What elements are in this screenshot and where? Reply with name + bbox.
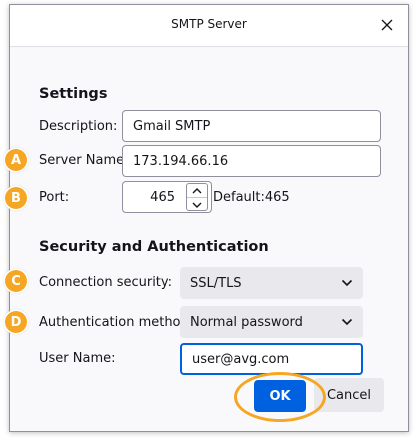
auth-method-select[interactable]: Normal password [180,306,363,338]
marker-d: D [5,311,27,333]
port-label: Port: [39,190,70,205]
marker-c: C [5,270,27,292]
chevron-up-icon[interactable] [187,184,207,197]
user-name-input[interactable]: user@avg.com [180,343,363,375]
security-heading: Security and Authentication [39,239,269,255]
chevron-down-icon[interactable] [187,197,207,211]
ok-highlight-ring [234,372,326,422]
chevron-down-icon [341,279,353,287]
marker-a: A [5,149,27,171]
connection-security-select[interactable]: SSL/TLS [180,267,363,299]
connection-security-label: Connection security: [39,275,173,290]
chevron-down-icon [341,318,353,326]
close-icon[interactable] [376,14,398,36]
title-bar: SMTP Server [10,5,408,47]
description-input[interactable]: Gmail SMTP [122,110,381,142]
auth-method-value: Normal password [190,314,303,330]
auth-method-label: Authentication method: [39,315,194,330]
settings-heading: Settings [39,86,108,102]
port-default-text: Default:465 [213,190,290,205]
marker-b: B [5,187,27,209]
port-stepper[interactable] [186,183,208,211]
server-name-label: Server Name: [39,153,129,168]
description-label: Description: [39,119,118,134]
server-name-input[interactable]: 173.194.66.16 [122,145,381,177]
connection-security-value: SSL/TLS [190,275,242,291]
dialog-title: SMTP Server [171,17,247,31]
user-name-label: User Name: [39,351,116,366]
